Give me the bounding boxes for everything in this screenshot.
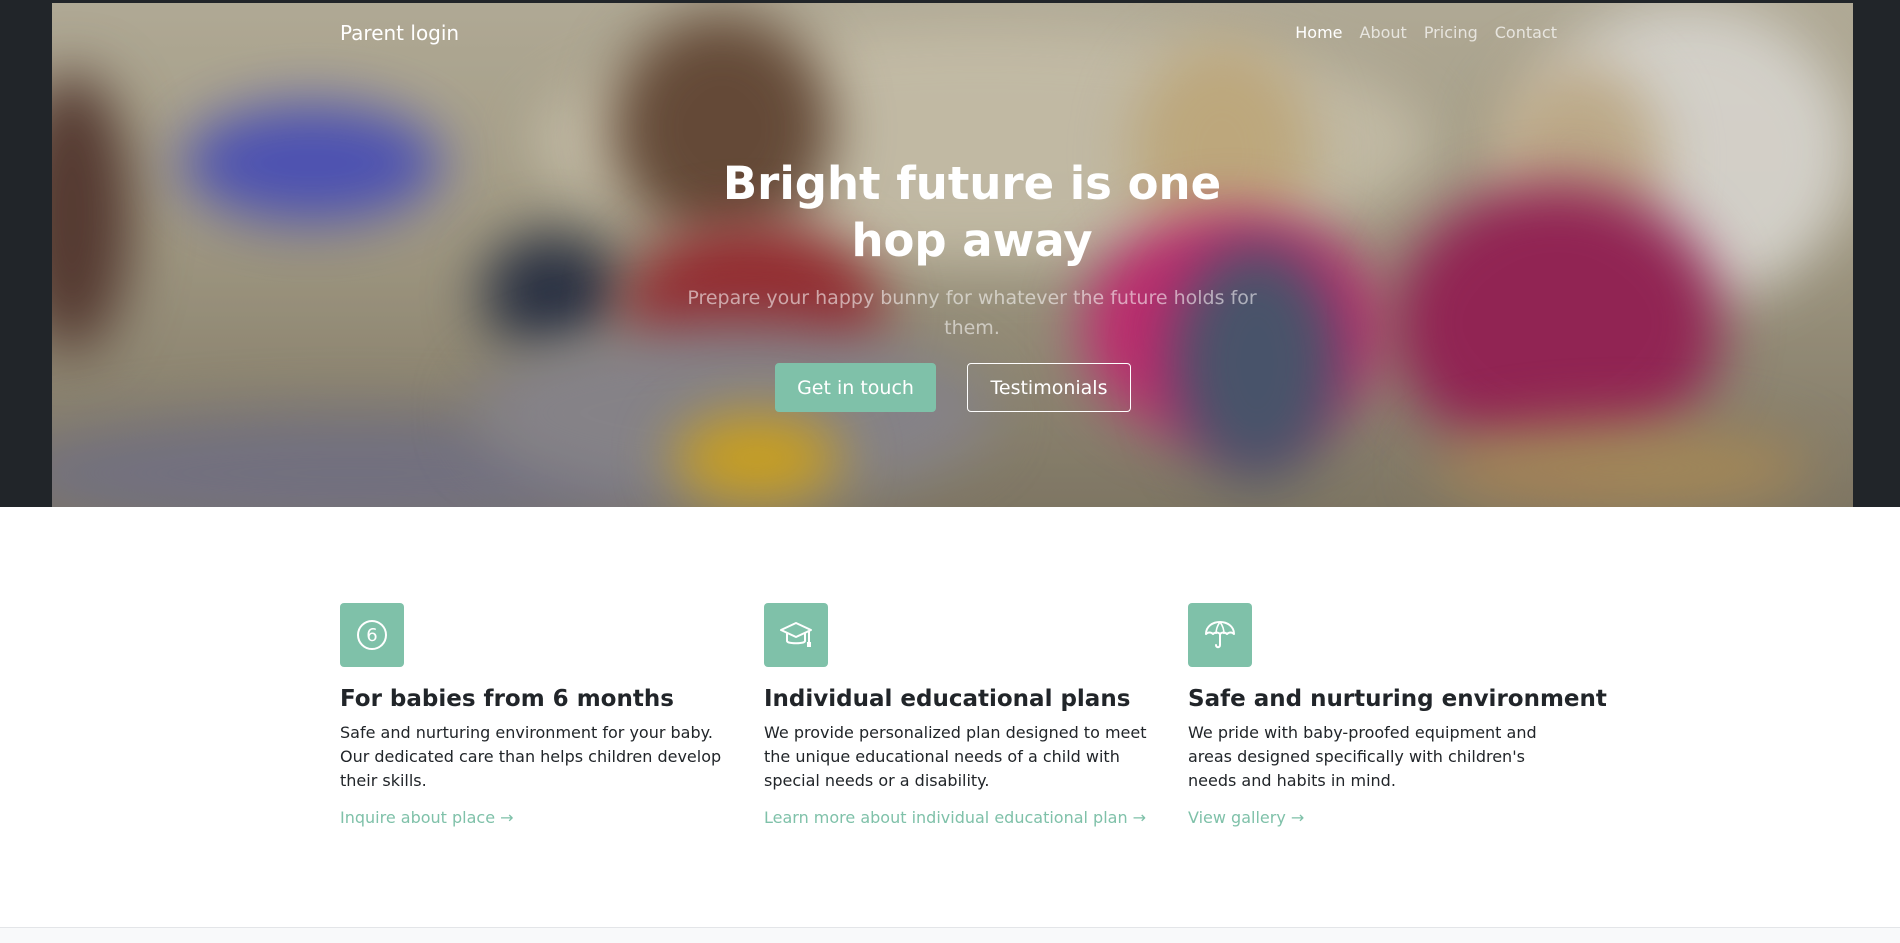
nav-links: Home About Pricing Contact [1278,23,1557,42]
hero-subtitle: Prepare your happy bunny for whatever th… [687,287,1257,339]
feature-description: We provide personalized plan designed to… [764,723,1147,790]
graduation-cap-icon [764,603,828,667]
footer-divider [0,927,1900,943]
testimonials-button[interactable]: Testimonials [967,363,1131,412]
feature-title: Individual educational plans [764,686,1131,712]
nav-link-home[interactable]: Home [1295,23,1342,42]
feature-description: Safe and nurturing environment for your … [340,723,722,790]
feature-title: For babies from 6 months [340,686,674,712]
nav-link-contact[interactable]: Contact [1495,23,1557,42]
learn-more-educational-plan-link[interactable]: Learn more about individual educational … [764,808,1146,827]
top-navbar: Parent login Home About Pricing Contact [52,3,1853,63]
feature-title: Safe and nurturing environment [1188,686,1607,712]
view-gallery-link[interactable]: View gallery → [1188,808,1304,827]
umbrella-icon [1188,603,1252,667]
svg-text:6: 6 [366,625,377,646]
number-6-icon: 6 [340,603,404,667]
feature-babies: 6 For babies from 6 months Safe and nurt… [340,603,730,827]
page: Parent login Home About Pricing Contact … [0,0,1900,943]
hero-background-image: Parent login Home About Pricing Contact … [52,3,1853,507]
feature-educational-plans: Individual educational plans We provide … [764,603,1154,827]
brand-link[interactable]: Parent login [340,21,459,45]
get-in-touch-button[interactable]: Get in touch [775,363,936,412]
feature-safe-environment: Safe and nurturing environment We pride … [1188,603,1607,827]
nav-link-pricing[interactable]: Pricing [1424,23,1478,42]
inquire-place-link[interactable]: Inquire about place → [340,808,514,827]
hero-title: Bright future is one hop away [722,157,1222,267]
hero-section: Parent login Home About Pricing Contact … [0,0,1900,507]
nav-link-about[interactable]: About [1360,23,1407,42]
feature-description: We pride with baby-proofed equipment and… [1188,723,1537,790]
